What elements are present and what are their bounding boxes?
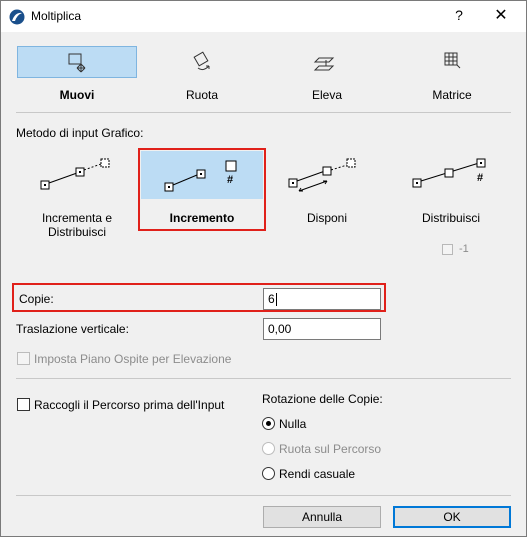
tab-label: Ruota: [185, 88, 219, 102]
rotation-none-radio[interactable]: [262, 417, 275, 430]
method-increment-distribute[interactable]: Incrementa e Distribuisci: [21, 149, 133, 239]
highlight-frame-increment: [138, 148, 266, 231]
divider: [16, 112, 511, 113]
help-button[interactable]: ?: [449, 7, 469, 23]
rotation-random-radio[interactable]: [262, 467, 275, 480]
app-logo-icon: [9, 9, 25, 25]
host-floor-checkbox[interactable]: [17, 352, 30, 365]
divider: [16, 378, 511, 379]
minus-one-checkbox: [442, 244, 453, 255]
method-distribute[interactable]: # Distribuisci: [395, 149, 507, 229]
method-label: Incrementa e: [41, 211, 113, 225]
vertical-offset-label: Traslazione verticale:: [16, 322, 129, 336]
matrix-icon: [392, 46, 512, 76]
rotation-along-path-radio[interactable]: [262, 442, 275, 455]
rotation-along-path-label: Ruota sul Percorso: [279, 442, 382, 456]
multiply-dialog: Moltiplica ? ✕ Muovi Ruota Eleva Matrice…: [0, 0, 527, 537]
rotation-none-label: Nulla: [279, 417, 307, 431]
method-label: Distribuisci: [421, 211, 480, 225]
method-label: Disponi: [306, 211, 348, 225]
distribute-icon: #: [412, 158, 486, 188]
arrange-icon: [288, 158, 356, 192]
cancel-button[interactable]: Annulla: [263, 506, 381, 528]
rotation-random-label: Rendi casuale: [279, 467, 356, 481]
tab-matrice[interactable]: Matrice: [392, 46, 512, 102]
tab-ruota[interactable]: Ruota: [142, 46, 262, 102]
window-title: Moltiplica: [31, 9, 82, 23]
collect-path-label: Raccogli il Percorso prima dell'Input: [34, 398, 225, 412]
input-method-label: Metodo di input Grafico:: [16, 126, 144, 140]
close-button[interactable]: ✕: [489, 5, 513, 25]
elevate-icon: [267, 46, 387, 76]
rotation-label: Rotazione delle Copie:: [262, 392, 383, 406]
rotate-icon: [142, 46, 262, 76]
method-arrange[interactable]: Disponi: [271, 149, 383, 229]
method-label-second-line: Distribuisci: [47, 225, 106, 239]
divider: [16, 495, 511, 496]
vertical-offset-input[interactable]: 0,00: [263, 318, 381, 340]
ok-button[interactable]: OK: [393, 506, 511, 528]
tab-label: Eleva: [311, 88, 343, 102]
collect-path-checkbox[interactable]: [17, 398, 30, 411]
tab-label: Matrice: [432, 88, 472, 102]
highlight-frame-copies: [12, 283, 386, 312]
svg-text:#: #: [477, 172, 483, 184]
tab-eleva[interactable]: Eleva: [267, 46, 387, 102]
tab-label: Muovi: [59, 88, 95, 102]
tab-muovi[interactable]: Muovi: [17, 46, 137, 102]
title-bar: Moltiplica ? ✕: [1, 1, 526, 32]
increment-distribute-icon: [40, 158, 110, 190]
move-icon: [17, 46, 137, 78]
minus-one-label: -1: [459, 243, 469, 255]
host-floor-label: Imposta Piano Ospite per Elevazione: [34, 352, 232, 366]
vertical-offset-value: 0,00: [268, 322, 292, 336]
